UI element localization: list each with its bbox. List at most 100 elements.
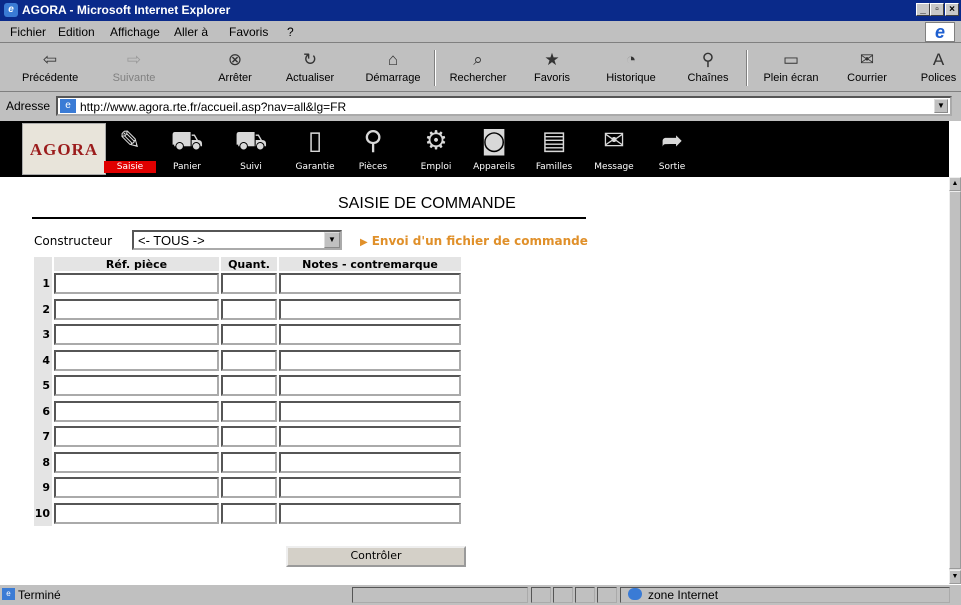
forward-label: Suivante — [112, 72, 156, 84]
notes-input[interactable] — [279, 400, 461, 422]
notes-input[interactable] — [279, 375, 461, 397]
nav-familles[interactable]: ▤ Familles — [526, 121, 582, 177]
quantity-input[interactable] — [221, 502, 277, 524]
controler-button[interactable]: Contrôler — [286, 546, 466, 567]
envoi-fichier-link[interactable]: ▶ Envoi d'un fichier de commande — [360, 234, 588, 248]
menu-aller-a[interactable]: Aller à — [174, 25, 208, 39]
quantity-input[interactable] — [221, 400, 277, 422]
row-number: 7 — [34, 424, 52, 450]
menu-fichier[interactable]: Fichier — [10, 25, 46, 39]
nav-pieces[interactable]: ⚲ Pièces — [348, 121, 398, 177]
address-dropdown-icon[interactable]: ▼ — [934, 99, 948, 113]
constructeur-select[interactable]: <- TOUS -> ▼ — [132, 230, 342, 250]
row-number: 3 — [34, 322, 52, 348]
notes-input[interactable] — [279, 502, 461, 524]
ref-piece-input[interactable] — [54, 426, 219, 448]
close-button[interactable]: × — [945, 3, 959, 16]
menu-edition[interactable]: Edition — [58, 25, 95, 39]
nav-saisie[interactable]: ✎ Saisie — [104, 121, 156, 177]
scroll-up-icon[interactable]: ▲ — [949, 177, 961, 191]
column-header-notes: Notes - contremarque — [279, 257, 461, 271]
notes-input[interactable] — [279, 298, 461, 320]
nav-message[interactable]: ✉ Message — [586, 121, 642, 177]
fonts-icon: A — [932, 50, 945, 69]
channels-button[interactable]: ⚲ Chaînes — [680, 46, 736, 90]
scroll-thumb[interactable] — [949, 191, 961, 569]
notes-input[interactable] — [279, 273, 461, 295]
notes-input[interactable] — [279, 477, 461, 499]
ref-piece-input[interactable] — [54, 477, 219, 499]
refresh-button[interactable]: ↻ Actualiser — [282, 46, 338, 90]
menu-affichage[interactable]: Affichage — [110, 25, 160, 39]
folder-icon: ▤ — [541, 126, 567, 156]
ref-piece-input[interactable] — [54, 349, 219, 371]
nav-sortie-label: Sortie — [658, 162, 686, 172]
forward-button[interactable]: ⇨ Suivante — [108, 46, 160, 90]
ref-piece-input[interactable] — [54, 273, 219, 295]
page-icon: e — [60, 99, 76, 113]
vertical-scrollbar[interactable]: ▲ ▼ — [949, 177, 961, 584]
constructeur-value: <- TOUS -> — [138, 233, 205, 248]
quantity-input[interactable] — [221, 298, 277, 320]
notes-input[interactable] — [279, 349, 461, 371]
home-button[interactable]: ⌂ Démarrage — [360, 46, 426, 90]
nav-suivi[interactable]: ⛟ Suivi — [226, 121, 276, 177]
nav-sortie[interactable]: ➦ Sortie — [646, 121, 698, 177]
search-button[interactable]: ⌕ Rechercher — [440, 46, 516, 90]
fullscreen-icon: ▭ — [782, 50, 800, 69]
quantity-input[interactable] — [221, 451, 277, 473]
ref-piece-input[interactable] — [54, 375, 219, 397]
quantity-input[interactable] — [221, 477, 277, 499]
scroll-down-icon[interactable]: ▼ — [949, 570, 961, 584]
address-url: http://www.agora.rte.fr/accueil.asp?nav=… — [80, 100, 347, 114]
mail-label: Courrier — [847, 72, 887, 84]
envelope-icon: ✉ — [603, 126, 625, 156]
stop-button[interactable]: ⊗ Arrêter — [212, 46, 258, 90]
notes-input[interactable] — [279, 324, 461, 346]
browser-chrome: Fichier Edition Affichage Aller à Favori… — [0, 21, 961, 121]
table-row: 7 — [34, 424, 461, 450]
table-row: 10 — [34, 500, 461, 526]
pen-icon: ✎ — [119, 126, 141, 156]
back-button[interactable]: ⇦ Précédente — [22, 46, 78, 90]
nav-garantie-label: Garantie — [295, 162, 335, 172]
address-input[interactable]: e http://www.agora.rte.fr/accueil.asp?na… — [56, 96, 952, 116]
window-titlebar: e AGORA - Microsoft Internet Explorer _ … — [0, 0, 961, 21]
chevron-down-icon[interactable]: ▼ — [324, 232, 340, 248]
ref-piece-input[interactable] — [54, 502, 219, 524]
envoi-fichier-label: Envoi d'un fichier de commande — [371, 234, 588, 248]
minimize-button[interactable]: _ — [916, 3, 930, 16]
notes-input[interactable] — [279, 451, 461, 473]
nav-appareils[interactable]: ◙ Appareils — [466, 121, 522, 177]
notes-input[interactable] — [279, 426, 461, 448]
zone-text: zone Internet — [648, 588, 719, 602]
address-label: Adresse — [6, 99, 51, 113]
site-nav-bar: AGORA ✎ Saisie ⛟ Panier ⛟ Suivi ▯ Garant… — [0, 121, 949, 177]
gear-icon: ⚙ — [424, 126, 448, 156]
quantity-input[interactable] — [221, 349, 277, 371]
nav-panier[interactable]: ⛟ Panier — [162, 121, 212, 177]
favorites-button[interactable]: ★ Favoris — [527, 46, 577, 90]
nav-familles-label: Familles — [535, 162, 573, 172]
maximize-button[interactable]: ▫ — [930, 3, 944, 16]
ref-piece-input[interactable] — [54, 451, 219, 473]
favorites-label: Favoris — [533, 72, 571, 84]
mail-button[interactable]: ✉ Courrier — [840, 46, 894, 90]
ref-piece-input[interactable] — [54, 324, 219, 346]
quantity-input[interactable] — [221, 273, 277, 295]
nav-emploi[interactable]: ⚙ Emploi — [408, 121, 464, 177]
ref-piece-input[interactable] — [54, 400, 219, 422]
menu-help[interactable]: ? — [287, 25, 294, 39]
quantity-input[interactable] — [221, 375, 277, 397]
quantity-input[interactable] — [221, 324, 277, 346]
fullscreen-button[interactable]: ▭ Plein écran — [754, 46, 828, 90]
search-icon: ⌕ — [473, 50, 483, 69]
quantity-input[interactable] — [221, 426, 277, 448]
menu-favoris[interactable]: Favoris — [229, 25, 268, 39]
agora-logo[interactable]: AGORA — [22, 123, 106, 175]
ref-piece-input[interactable] — [54, 298, 219, 320]
nav-garantie[interactable]: ▯ Garantie — [286, 121, 344, 177]
fonts-button[interactable]: A Polices — [916, 46, 961, 90]
history-button[interactable]: ◔ Historique — [596, 46, 666, 90]
washing-machine-icon: ◙ — [481, 126, 507, 156]
